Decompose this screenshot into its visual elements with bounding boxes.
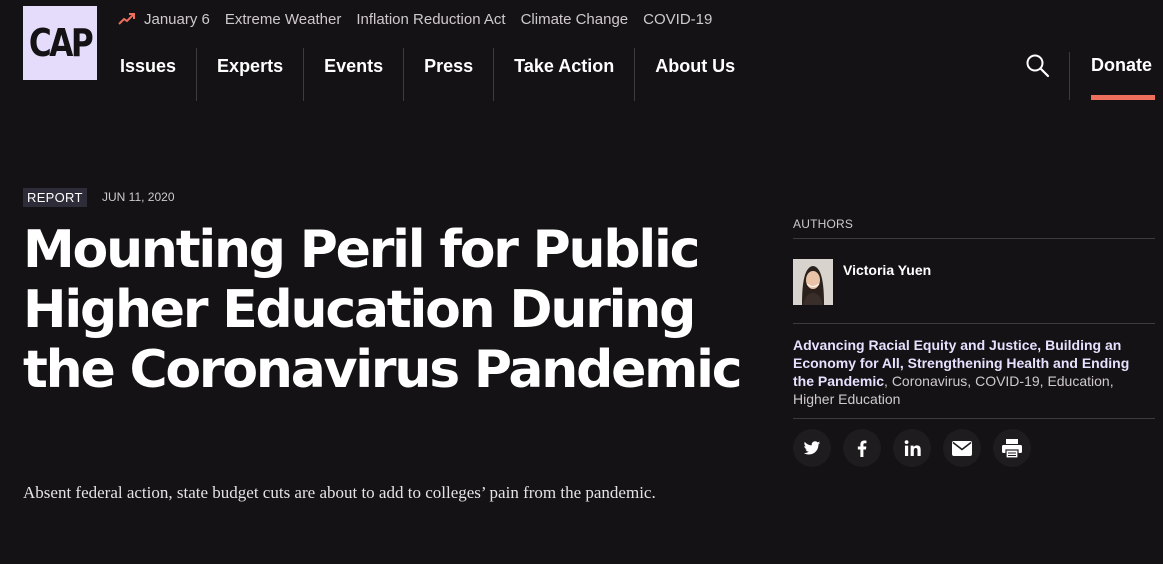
article-dek: Absent federal action, state budget cuts… (23, 483, 656, 502)
topic-link[interactable]: Coronavirus (892, 373, 967, 389)
report-tag[interactable]: REPORT (23, 188, 87, 207)
donate-button[interactable]: Donate (1091, 55, 1152, 76)
nav-item-events[interactable]: Events (304, 48, 405, 101)
topic-link[interactable]: Advancing Racial Equity and Justice (793, 337, 1037, 353)
author-avatar[interactable] (793, 259, 833, 305)
topics-list: Advancing Racial Equity and Justice, Bui… (793, 337, 1130, 407)
author-name-link[interactable]: Victoria Yuen (843, 262, 931, 278)
share-bar (793, 429, 1043, 467)
email-icon (952, 440, 972, 456)
trending-link-inflation-reduction-act[interactable]: Inflation Reduction Act (356, 11, 505, 28)
print-button[interactable] (993, 429, 1031, 467)
main-nav: Issues Experts Events Press Take Action … (100, 48, 755, 101)
nav-item-take-action[interactable]: Take Action (494, 48, 636, 101)
share-email-button[interactable] (943, 429, 981, 467)
article-date: JUN 11, 2020 (102, 190, 175, 204)
topic-link[interactable]: Higher Education (793, 391, 900, 407)
search-icon[interactable] (1025, 53, 1051, 79)
authors-label: AUTHORS (793, 217, 854, 231)
print-icon (1002, 438, 1022, 458)
nav-item-issues[interactable]: Issues (100, 48, 198, 101)
logo-text: CAP (28, 21, 94, 65)
nav-item-experts[interactable]: Experts (197, 48, 305, 101)
share-facebook-button[interactable] (843, 429, 881, 467)
linkedin-icon (904, 440, 921, 456)
nav-divider (1069, 52, 1070, 100)
facebook-icon (857, 439, 867, 457)
donate-underline (1091, 95, 1155, 100)
topic-link[interactable]: Education (1047, 373, 1109, 389)
divider (793, 323, 1155, 324)
divider (793, 418, 1155, 419)
nav-item-press[interactable]: Press (404, 48, 495, 101)
trending-up-icon (118, 13, 135, 25)
nav-item-about-us[interactable]: About Us (635, 48, 755, 101)
divider (793, 238, 1155, 239)
topic-link[interactable]: COVID-19 (975, 373, 1040, 389)
share-linkedin-button[interactable] (893, 429, 931, 467)
author-photo-icon (793, 259, 833, 305)
trending-bar: January 6 Extreme Weather Inflation Redu… (118, 9, 727, 29)
twitter-icon (803, 440, 821, 454)
cap-logo[interactable]: CAP (23, 6, 97, 80)
trending-link-climate-change[interactable]: Climate Change (521, 11, 629, 28)
trending-link-january-6[interactable]: January 6 (144, 11, 210, 28)
trending-link-extreme-weather[interactable]: Extreme Weather (225, 11, 341, 28)
trending-link-covid-19[interactable]: COVID-19 (643, 11, 712, 28)
article-title: Mounting Peril for Public Higher Educati… (23, 220, 743, 400)
share-twitter-button[interactable] (793, 429, 831, 467)
